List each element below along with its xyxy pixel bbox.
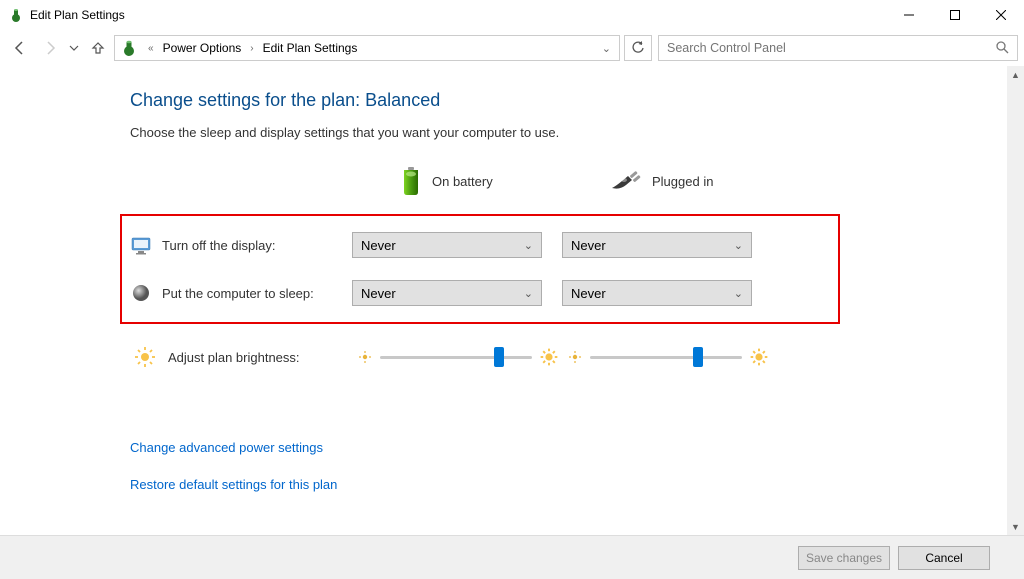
column-label: On battery: [432, 174, 493, 189]
maximize-button[interactable]: [932, 0, 978, 30]
chevron-down-icon: ⌄: [734, 287, 743, 300]
column-header-battery: On battery: [400, 166, 600, 196]
chevron-down-icon: ⌄: [524, 287, 533, 300]
battery-icon: [400, 166, 422, 196]
sun-dim-icon: [358, 350, 372, 364]
combo-value: Never: [361, 238, 396, 253]
combo-value: Never: [571, 238, 606, 253]
sun-bright-icon: [750, 348, 768, 366]
brightness-plugged-slider: [568, 348, 768, 366]
recent-dropdown[interactable]: [66, 34, 82, 62]
close-button[interactable]: [978, 0, 1024, 30]
chevron-down-icon: ⌄: [524, 239, 533, 252]
setting-row-sleep: Put the computer to sleep: Never ⌄ Never…: [124, 280, 818, 306]
search-icon[interactable]: [995, 40, 1009, 57]
setting-label: Adjust plan brightness:: [168, 350, 358, 365]
save-changes-button[interactable]: Save changes: [798, 546, 890, 570]
breadcrumb-part[interactable]: Power Options: [159, 39, 246, 57]
up-button[interactable]: [84, 34, 112, 62]
monitor-icon: [130, 234, 152, 256]
highlight-box: Turn off the display: Never ⌄ Never ⌄ Pu…: [120, 214, 840, 324]
vertical-scrollbar[interactable]: ▲ ▼: [1007, 66, 1024, 535]
cancel-button[interactable]: Cancel: [898, 546, 990, 570]
slider-track[interactable]: [380, 356, 532, 359]
chevron-right-icon: ›: [247, 43, 256, 54]
moon-icon: [130, 282, 152, 304]
bottom-bar: Save changes Cancel: [0, 535, 1024, 579]
slider-thumb[interactable]: [494, 347, 504, 367]
minimize-button[interactable]: [886, 0, 932, 30]
titlebar: Edit Plan Settings: [0, 0, 1024, 30]
scroll-up-arrow[interactable]: ▲: [1007, 66, 1024, 83]
page-heading: Change settings for the plan: Balanced: [130, 90, 1007, 111]
navbar: « Power Options › Edit Plan Settings ⌄: [0, 30, 1024, 66]
addressbar[interactable]: « Power Options › Edit Plan Settings ⌄: [114, 35, 620, 61]
setting-label: Put the computer to sleep:: [162, 286, 352, 301]
sun-dim-icon: [568, 350, 582, 364]
sleep-battery-combo[interactable]: Never ⌄: [352, 280, 542, 306]
setting-label: Turn off the display:: [162, 238, 352, 253]
breadcrumb-part[interactable]: Edit Plan Settings: [259, 39, 362, 57]
breadcrumb-sep: «: [145, 43, 157, 54]
chevron-down-icon[interactable]: ⌄: [598, 42, 615, 55]
search-box[interactable]: [658, 35, 1018, 61]
advanced-settings-link[interactable]: Change advanced power settings: [130, 440, 1007, 455]
brightness-battery-slider: [358, 348, 558, 366]
power-options-icon: [119, 38, 139, 58]
setting-row-brightness: Adjust plan brightness:: [128, 346, 1007, 368]
column-header-plugged: Plugged in: [610, 170, 810, 192]
sleep-plugged-combo[interactable]: Never ⌄: [562, 280, 752, 306]
sun-icon: [134, 346, 156, 368]
column-label: Plugged in: [652, 174, 713, 189]
scroll-down-arrow[interactable]: ▼: [1007, 518, 1024, 535]
forward-button[interactable]: [36, 34, 64, 62]
display-plugged-combo[interactable]: Never ⌄: [562, 232, 752, 258]
power-options-icon: [8, 7, 24, 23]
plug-icon: [610, 170, 642, 192]
page-subheading: Choose the sleep and display settings th…: [130, 125, 1007, 140]
sun-bright-icon: [540, 348, 558, 366]
chevron-down-icon: ⌄: [734, 239, 743, 252]
content-area: Change settings for the plan: Balanced C…: [0, 66, 1007, 535]
search-input[interactable]: [667, 41, 995, 55]
slider-thumb[interactable]: [693, 347, 703, 367]
restore-defaults-link[interactable]: Restore default settings for this plan: [130, 477, 1007, 492]
display-battery-combo[interactable]: Never ⌄: [352, 232, 542, 258]
combo-value: Never: [361, 286, 396, 301]
back-button[interactable]: [6, 34, 34, 62]
setting-row-display: Turn off the display: Never ⌄ Never ⌄: [124, 232, 818, 258]
refresh-button[interactable]: [624, 35, 652, 61]
slider-track[interactable]: [590, 356, 742, 359]
window-title: Edit Plan Settings: [30, 8, 886, 22]
combo-value: Never: [571, 286, 606, 301]
